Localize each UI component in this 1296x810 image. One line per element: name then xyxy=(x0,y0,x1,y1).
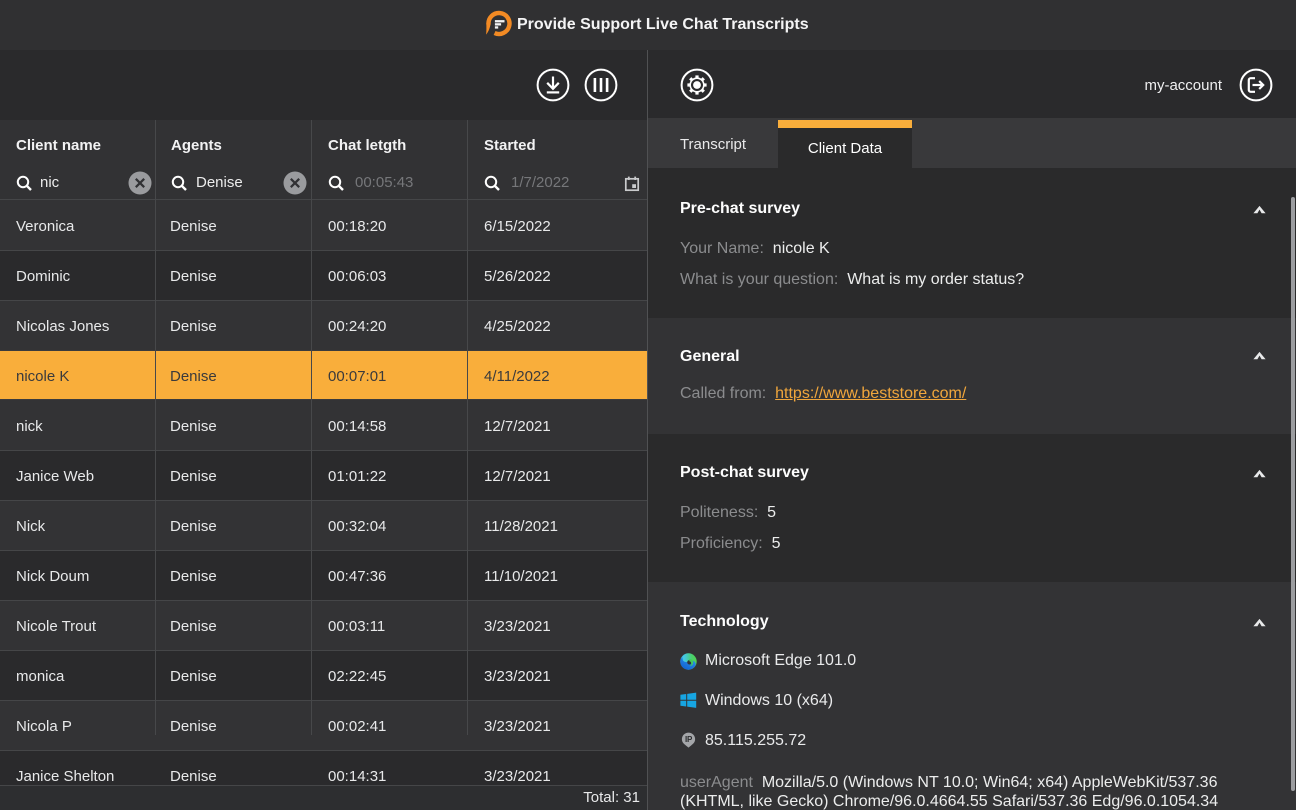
svg-text:IP: IP xyxy=(685,735,693,744)
